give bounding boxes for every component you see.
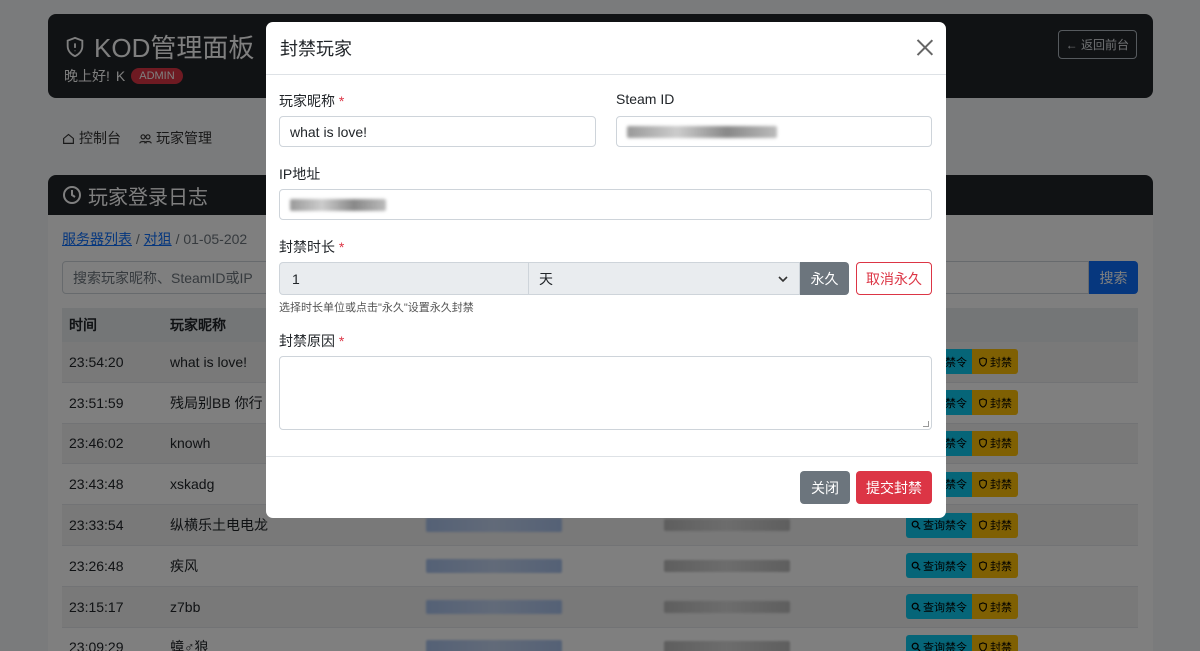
modal-header: 封禁玩家 (266, 22, 946, 75)
resize-handle[interactable] (923, 421, 929, 427)
chevron-down-icon (778, 275, 788, 282)
required-mark: * (338, 239, 345, 255)
forever-button[interactable]: 永久 (800, 262, 849, 295)
duration-label-text: 封禁时长 (279, 239, 335, 255)
ip-label: IP地址 (279, 166, 321, 182)
reason-label: 封禁原因 * (279, 331, 344, 351)
close-button[interactable]: 关闭 (800, 471, 850, 504)
required-mark: * (338, 93, 345, 109)
duration-hint: 选择时长单位或点击"永久"设置永久封禁 (279, 302, 474, 314)
required-mark: * (338, 333, 345, 349)
nickname-label-text: 玩家昵称 (279, 93, 335, 109)
close-icon[interactable] (916, 38, 934, 56)
steamid-redacted (627, 125, 777, 138)
ip-field[interactable] (279, 189, 932, 220)
reason-textarea[interactable] (279, 356, 932, 430)
modal-title: 封禁玩家 (280, 39, 352, 59)
nickname-label: 玩家昵称 * (279, 91, 344, 111)
duration-input[interactable]: 1 (279, 262, 529, 295)
ip-redacted (290, 198, 386, 211)
cancel-forever-button[interactable]: 取消永久 (856, 262, 932, 295)
reason-label-text: 封禁原因 (279, 333, 335, 349)
nickname-field[interactable]: what is love! (279, 116, 596, 147)
steamid-field[interactable] (616, 116, 932, 147)
duration-unit-select[interactable]: 天 (529, 262, 800, 295)
submit-ban-button[interactable]: 提交封禁 (856, 471, 932, 504)
modal-footer: 关闭 提交封禁 (266, 456, 946, 518)
steamid-label: Steam ID (616, 91, 675, 107)
duration-unit-value: 天 (539, 270, 553, 287)
duration-label: 封禁时长 * (279, 237, 344, 257)
duration-group: 1 天 永久 取消永久 (279, 262, 932, 295)
ban-player-modal: 封禁玩家 玩家昵称 * what is love! Steam ID IP地址 … (266, 22, 946, 518)
